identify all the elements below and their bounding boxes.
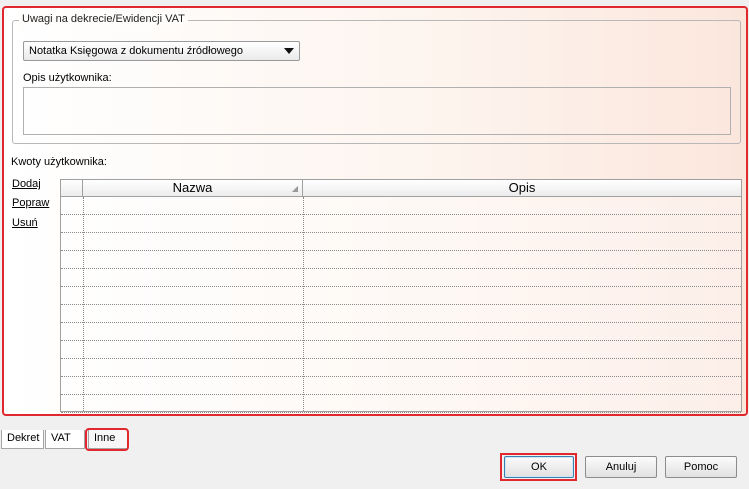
help-button[interactable]: Pomoc	[665, 456, 737, 478]
add-link[interactable]: Dodaj	[12, 178, 41, 190]
column-header-nazwa[interactable]: Nazwa ◢	[83, 180, 303, 196]
table-row[interactable]	[61, 287, 741, 305]
uwagi-group: Uwagi na dekrecie/Ewidencji VAT Notatka …	[12, 13, 741, 144]
column-header-nazwa-label: Nazwa	[172, 180, 213, 195]
table-row[interactable]	[61, 233, 741, 251]
table-row[interactable]	[61, 395, 741, 413]
tab-vat[interactable]: VAT	[45, 430, 85, 449]
grid-column-divider	[83, 197, 84, 411]
note-type-value: Notatka Księgowa z dokumentu źródłowego	[29, 45, 244, 57]
opis-textarea[interactable]	[23, 87, 731, 135]
table-row[interactable]	[61, 197, 741, 215]
table-row[interactable]	[61, 359, 741, 377]
table-row[interactable]	[61, 305, 741, 323]
delete-link[interactable]: Usuń	[12, 217, 38, 229]
table-row[interactable]	[61, 251, 741, 269]
cancel-button[interactable]: Anuluj	[585, 456, 657, 478]
uwagi-legend: Uwagi na dekrecie/Ewidencji VAT	[19, 13, 188, 25]
table-row[interactable]	[61, 323, 741, 341]
dropdown-arrow-icon[interactable]	[284, 48, 294, 54]
table-row[interactable]	[61, 269, 741, 287]
table-row[interactable]	[61, 215, 741, 233]
note-type-combobox[interactable]: Notatka Księgowa z dokumentu źródłowego	[23, 41, 300, 61]
column-header-opis[interactable]: Opis	[303, 180, 741, 196]
opis-label: Opis użytkownika:	[23, 72, 112, 84]
grid-column-divider	[303, 197, 304, 411]
edit-link[interactable]: Popraw	[12, 197, 49, 209]
tab-dekret[interactable]: Dekret	[1, 430, 44, 449]
row-selector-header[interactable]	[61, 180, 83, 196]
column-header-opis-label: Opis	[508, 180, 536, 195]
kwoty-grid[interactable]: Nazwa ◢ Opis	[60, 179, 742, 413]
ok-button[interactable]: OK	[504, 456, 574, 478]
grid-header: Nazwa ◢ Opis	[61, 180, 741, 197]
tab-inne-highlight	[85, 428, 129, 451]
table-row[interactable]	[61, 377, 741, 395]
kwoty-label: Kwoty użytkownika:	[11, 156, 107, 168]
sort-indicator-icon: ◢	[291, 184, 298, 193]
inne-panel: Uwagi na dekrecie/Ewidencji VAT Notatka …	[2, 6, 748, 416]
table-row[interactable]	[61, 341, 741, 359]
